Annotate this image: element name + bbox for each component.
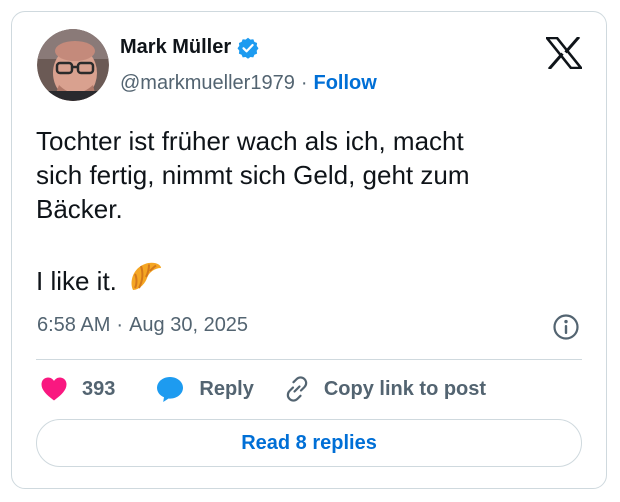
action-bar: 393 Reply Copy link to post xyxy=(40,374,486,404)
reply-button[interactable]: Reply xyxy=(155,375,254,403)
divider xyxy=(36,359,582,360)
tweet-timestamp[interactable]: 6:58 AM · Aug 30, 2025 xyxy=(37,314,248,337)
author-handle[interactable]: @markmueller1979 xyxy=(120,72,295,95)
author-row: Mark Müller xyxy=(120,36,259,59)
handle-row: @markmueller1979 · Follow xyxy=(120,72,377,95)
reply-label: Reply xyxy=(199,377,254,400)
info-icon[interactable] xyxy=(552,313,580,341)
paragraph-spacer xyxy=(36,226,556,260)
copy-link-label: Copy link to post xyxy=(323,377,487,400)
croissant-icon xyxy=(127,260,163,302)
tweet-last-line: I like it. xyxy=(36,260,556,302)
tweet-line: I like it. xyxy=(36,266,117,296)
x-logo-icon[interactable] xyxy=(544,35,584,71)
reply-bubble-icon xyxy=(155,375,185,403)
avatar[interactable] xyxy=(37,29,109,101)
tweet-card: Mark Müller @markmueller1979 · Follow To… xyxy=(11,11,607,489)
tweet-line: Tochter ist früher wach als ich, macht xyxy=(36,126,464,156)
like-count: 393 xyxy=(82,377,116,400)
tweet-date: Aug 30, 2025 xyxy=(129,314,249,336)
handle-separator: · xyxy=(300,72,308,94)
tweet-line: sich fertig, nimmt sich Geld, geht zum xyxy=(36,160,470,190)
follow-button[interactable]: Follow xyxy=(314,72,377,95)
like-button[interactable]: 393 xyxy=(40,376,115,402)
author-name[interactable]: Mark Müller xyxy=(120,36,231,59)
copy-link-button[interactable]: Copy link to post xyxy=(282,374,486,404)
tweet-time: 6:58 AM xyxy=(37,314,111,336)
verified-badge-icon xyxy=(237,37,259,59)
read-replies-button[interactable]: Read 8 replies xyxy=(36,419,582,467)
tweet-text: Tochter ist früher wach als ich, macht s… xyxy=(36,124,556,302)
heart-icon xyxy=(40,376,68,402)
link-icon xyxy=(282,374,312,404)
timestamp-separator: · xyxy=(116,314,124,336)
tweet-line: Bäcker. xyxy=(36,194,123,224)
